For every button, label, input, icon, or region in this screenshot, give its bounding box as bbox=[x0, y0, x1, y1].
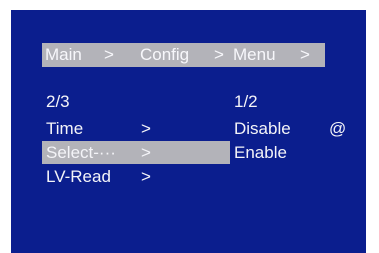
menu-item-lv-read[interactable]: LV-Read bbox=[46, 166, 111, 188]
left-page-indicator: 2/3 bbox=[46, 92, 70, 111]
right-page-indicator: 1/2 bbox=[234, 92, 258, 111]
breadcrumb: Main > Config > Menu > bbox=[42, 43, 325, 67]
menu-item-time[interactable]: Time bbox=[46, 118, 83, 140]
menu-item-lv-read-arrow: > bbox=[141, 167, 151, 186]
menu-item-time-arrow: > bbox=[141, 119, 151, 138]
breadcrumb-separator: > bbox=[104, 45, 114, 64]
breadcrumb-menu[interactable]: Menu bbox=[233, 43, 276, 67]
lcd-screen: Main > Config > Menu > 2/3 Time > Select… bbox=[11, 10, 366, 253]
breadcrumb-main[interactable]: Main bbox=[45, 43, 82, 67]
option-enable[interactable]: Enable bbox=[234, 142, 287, 164]
breadcrumb-separator: > bbox=[214, 45, 224, 64]
current-option-marker: @ bbox=[329, 119, 347, 138]
option-disable[interactable]: Disable bbox=[234, 118, 291, 140]
breadcrumb-config[interactable]: Config bbox=[140, 43, 189, 67]
menu-item-select-arrow: > bbox=[141, 143, 151, 162]
menu-item-select[interactable]: Select-··· bbox=[46, 142, 116, 164]
breadcrumb-separator: > bbox=[300, 45, 310, 64]
